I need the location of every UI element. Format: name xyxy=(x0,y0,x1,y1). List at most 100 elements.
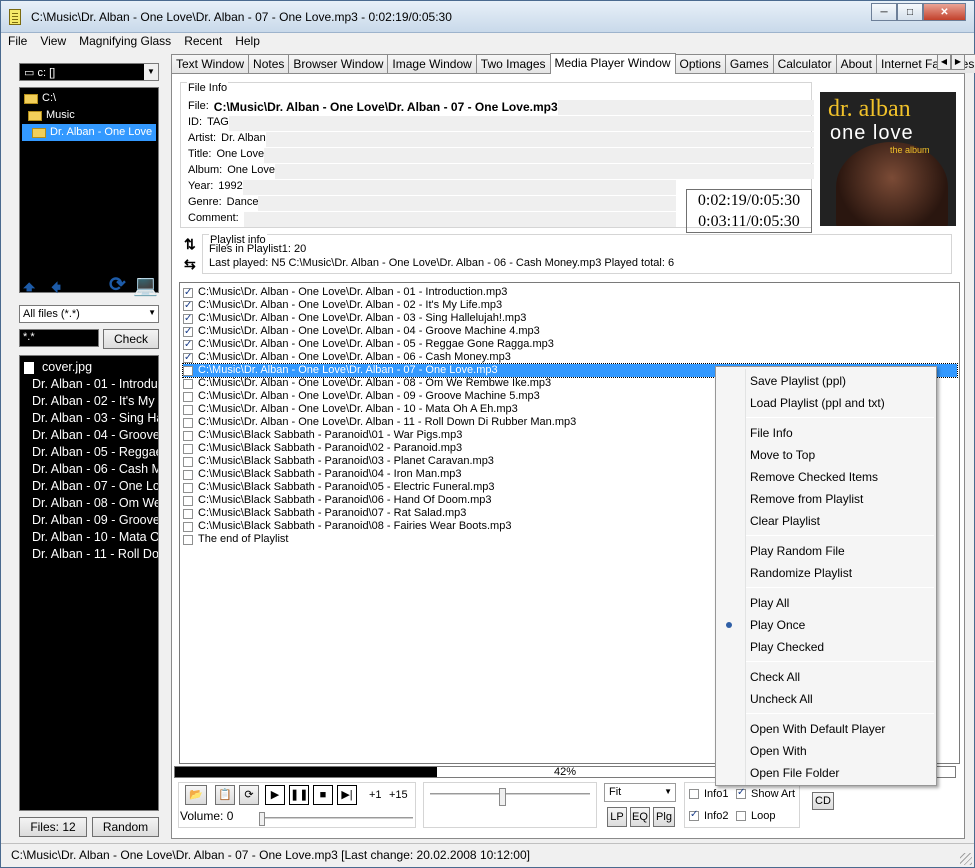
playlist-item[interactable]: C:\Music\Dr. Alban - One Love\Dr. Alban … xyxy=(183,286,957,299)
arrow-up-icon[interactable]: 🠹 xyxy=(23,273,35,307)
computer-icon[interactable]: 💻 xyxy=(133,273,158,298)
file-list-item[interactable]: Dr. Alban - 04 - Groove Machine 4.mp3 xyxy=(22,427,158,444)
lp-button[interactable]: LP xyxy=(607,807,627,827)
volume-slider[interactable] xyxy=(259,812,413,826)
playlist-item-checkbox[interactable] xyxy=(183,351,193,364)
file-list-item[interactable]: Dr. Alban - 02 - It's My Life.mp3 xyxy=(22,393,158,410)
menu-view[interactable]: View xyxy=(33,33,72,51)
context-menu-item-move-to-top[interactable]: Move to Top xyxy=(750,444,815,466)
minimize-button[interactable]: ─ xyxy=(871,3,897,21)
tab-about[interactable]: About xyxy=(835,54,877,73)
file-list[interactable]: cover.jpgDr. Alban - 01 - Introduction.m… xyxy=(19,355,159,811)
playlist-item-checkbox[interactable] xyxy=(183,312,193,325)
folder-tree[interactable]: C:\ Music Dr. Alban - One Love xyxy=(19,87,159,293)
files-count-button[interactable]: Files: 12 xyxy=(19,817,87,837)
menu-magnifying-glass[interactable]: Magnifying Glass xyxy=(72,33,177,51)
show-art-checkbox[interactable]: Show Art xyxy=(736,787,795,800)
tab-calculator[interactable]: Calculator xyxy=(772,54,837,73)
context-menu-item-open-with-default-player[interactable]: Open With Default Player xyxy=(750,718,885,740)
file-list-item[interactable]: Dr. Alban - 08 - Om We Rembwe Ike.mp3 xyxy=(22,495,158,512)
playlist-item-checkbox[interactable] xyxy=(183,456,193,467)
playlist-item-checkbox[interactable] xyxy=(183,365,193,376)
playlist-item[interactable]: C:\Music\Dr. Alban - One Love\Dr. Alban … xyxy=(183,299,957,312)
playlist-item-checkbox[interactable] xyxy=(183,508,193,519)
tab-games[interactable]: Games xyxy=(724,54,774,73)
file-filter-select[interactable]: All files (*.*) ▼ xyxy=(19,305,159,323)
check-button[interactable]: Check xyxy=(103,329,159,349)
random-button[interactable]: Random xyxy=(92,817,159,837)
file-mask-input[interactable]: *.* xyxy=(19,329,99,347)
seek-slider[interactable] xyxy=(430,788,590,806)
file-list-item[interactable]: Dr. Alban - 09 - Groove Machine 5.mp3 xyxy=(22,512,158,529)
file-list-item[interactable]: Dr. Alban - 05 - Reggae Gone Ragga.mp3 xyxy=(22,444,158,461)
playlist-item-checkbox[interactable] xyxy=(183,443,193,454)
playlist-item-checkbox[interactable] xyxy=(183,482,193,493)
context-menu-item-open-file-folder[interactable]: Open File Folder xyxy=(750,762,839,784)
refresh-icon[interactable]: ⟳ xyxy=(109,272,126,297)
tab-text-window[interactable]: Text Window xyxy=(171,54,250,73)
loop-checkbox-box[interactable] xyxy=(736,811,746,821)
loop-checkbox[interactable]: Loop xyxy=(736,810,775,822)
menu-file[interactable]: File xyxy=(1,33,33,51)
context-menu-item-randomize-playlist[interactable]: Randomize Playlist xyxy=(750,562,852,584)
next-button[interactable]: ▶| xyxy=(337,785,357,805)
playlist-item-checkbox[interactable] xyxy=(183,338,193,351)
context-menu-item-uncheck-all[interactable]: Uncheck All xyxy=(750,688,813,710)
file-list-item[interactable]: Dr. Alban - 07 - One Love.mp3 xyxy=(22,478,158,495)
tree-item-album[interactable]: Dr. Alban - One Love xyxy=(22,124,156,141)
tab-notes[interactable]: Notes xyxy=(248,54,290,73)
maximize-button[interactable]: □ xyxy=(897,3,923,21)
file-list-item[interactable]: Dr. Alban - 11 - Roll Down Di Rubber Man… xyxy=(22,546,158,563)
fit-select[interactable]: Fit ▼ xyxy=(604,783,676,802)
info1-checkbox[interactable]: Info1 xyxy=(689,788,728,800)
close-button[interactable]: ✕ xyxy=(923,3,966,21)
context-menu-item-save-playlist-ppl[interactable]: Save Playlist (ppl) xyxy=(750,370,846,392)
context-menu-item-file-info[interactable]: File Info xyxy=(750,422,793,444)
context-menu-item-check-all[interactable]: Check All xyxy=(750,666,800,688)
playlist-item-checkbox[interactable] xyxy=(183,404,193,415)
play-button[interactable]: ▶ xyxy=(265,785,285,805)
playlist-item-checkbox[interactable] xyxy=(183,521,193,532)
tab-browser-window[interactable]: Browser Window xyxy=(288,54,389,73)
context-menu-item-load-playlist-ppl-and-txt[interactable]: Load Playlist (ppl and txt) xyxy=(750,392,885,414)
pause-button[interactable]: ❚❚ xyxy=(289,785,309,805)
file-list-item[interactable]: Dr. Alban - 06 - Cash Money.mp3 xyxy=(22,461,158,478)
tab-scroll-right-icon[interactable]: ▶ xyxy=(951,54,965,70)
show-art-checkbox-box[interactable] xyxy=(736,787,746,799)
cd-button[interactable]: CD xyxy=(812,792,834,810)
drive-select[interactable]: ▭ c: [] ▼ xyxy=(19,63,159,81)
tab-media-player-window[interactable]: Media Player Window xyxy=(549,53,676,74)
tab-scroll-left-icon[interactable]: ◀ xyxy=(937,54,951,70)
file-list-item[interactable]: cover.jpg xyxy=(22,359,156,376)
volume-slider-thumb[interactable] xyxy=(259,812,265,826)
playlist-item-checkbox[interactable] xyxy=(183,286,193,299)
playlist-item[interactable]: C:\Music\Dr. Alban - One Love\Dr. Alban … xyxy=(183,312,957,325)
context-menu-item-play-once[interactable]: Play Once xyxy=(750,614,805,636)
repeat-icon[interactable]: ⟳ xyxy=(239,785,259,805)
info1-checkbox-box[interactable] xyxy=(689,789,699,799)
playlist-item-checkbox[interactable] xyxy=(183,325,193,338)
playlist-item-checkbox[interactable] xyxy=(183,495,193,506)
context-menu-item-clear-playlist[interactable]: Clear Playlist xyxy=(750,510,820,532)
playlist-item[interactable]: C:\Music\Dr. Alban - One Love\Dr. Alban … xyxy=(183,351,957,364)
context-menu-item-play-random-file[interactable]: Play Random File xyxy=(750,540,845,562)
swap-icon[interactable]: ⇆ xyxy=(184,256,196,273)
playlist-item-checkbox[interactable] xyxy=(183,417,193,428)
resize-grip[interactable] xyxy=(960,853,972,865)
tree-item-root[interactable]: C:\ xyxy=(22,90,156,107)
context-menu-item-remove-checked-items[interactable]: Remove Checked Items xyxy=(750,466,878,488)
playlist-item-checkbox[interactable] xyxy=(183,391,193,402)
skip-1-button[interactable]: +1 xyxy=(369,789,382,801)
playlist-item-checkbox[interactable] xyxy=(183,534,193,545)
open-folder-icon[interactable]: 📂 xyxy=(185,785,207,805)
context-menu-item-play-checked[interactable]: Play Checked xyxy=(750,636,824,658)
playlist-item-checkbox[interactable] xyxy=(183,378,193,389)
context-menu-item-play-all[interactable]: Play All xyxy=(750,592,789,614)
file-list-item[interactable]: Dr. Alban - 10 - Mata Oh A Eh.mp3 xyxy=(22,529,158,546)
tab-image-window[interactable]: Image Window xyxy=(387,54,477,73)
file-list-item[interactable]: Dr. Alban - 03 - Sing Hallelujah!.mp3 xyxy=(22,410,158,427)
plg-button[interactable]: Plg xyxy=(653,807,675,827)
context-menu-item-remove-from-playlist[interactable]: Remove from Playlist xyxy=(750,488,863,510)
playlist-item-checkbox[interactable] xyxy=(183,430,193,441)
context-menu-item-open-with[interactable]: Open With xyxy=(750,740,807,762)
